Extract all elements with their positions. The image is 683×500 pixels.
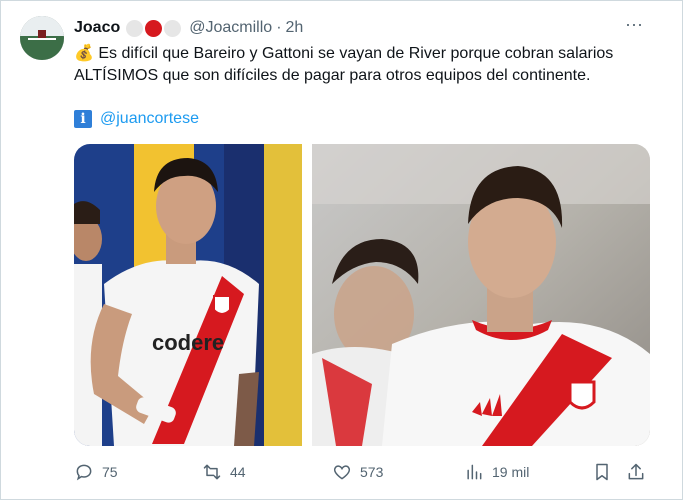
more-options-icon[interactable]: ··· bbox=[624, 15, 644, 37]
retweet-icon bbox=[203, 464, 221, 480]
avatar[interactable] bbox=[20, 16, 64, 60]
player-photo-left: codere bbox=[74, 144, 302, 446]
info-icon: i bbox=[74, 110, 92, 128]
views-count: 19 mil bbox=[492, 464, 530, 480]
retweet-button[interactable]: 44 bbox=[202, 460, 246, 484]
avatar-image bbox=[20, 16, 64, 60]
views-chart-icon bbox=[467, 464, 482, 480]
media-image-left[interactable]: codere bbox=[74, 144, 302, 446]
author-handle[interactable]: @Joacmillo bbox=[189, 19, 272, 37]
separator: · bbox=[276, 19, 282, 36]
badge-icon bbox=[164, 19, 182, 37]
tweet-text: 💰 Es difícil que Bareiro y Gattoni se va… bbox=[74, 43, 664, 87]
reply-count: 75 bbox=[102, 464, 118, 480]
action-bar: 75 44 573 19 mil bbox=[74, 460, 654, 484]
author-name[interactable]: Joaco bbox=[74, 19, 120, 37]
timestamp[interactable]: 2h bbox=[286, 19, 304, 37]
tweet-text-line: 💰 Es difícil que Bareiro y Gattoni se va… bbox=[74, 45, 614, 62]
media-image-right[interactable] bbox=[312, 144, 650, 446]
tweet-header: Joaco @Joacmillo · 2h bbox=[74, 17, 303, 39]
share-button[interactable] bbox=[626, 460, 654, 484]
bookmark-icon bbox=[596, 463, 608, 481]
player-photo-right bbox=[312, 144, 650, 446]
reply-button[interactable]: 75 bbox=[74, 460, 118, 484]
tweet-text-line: ALTÍSIMOS que son difíciles de pagar par… bbox=[74, 67, 591, 84]
mention-link[interactable]: @juancortese bbox=[100, 110, 199, 128]
like-count: 573 bbox=[360, 464, 384, 480]
share-icon bbox=[628, 463, 644, 480]
like-button[interactable]: 573 bbox=[332, 460, 383, 484]
shirt-sponsor: codere bbox=[152, 330, 224, 355]
retweet-count: 44 bbox=[230, 464, 246, 480]
reply-icon bbox=[76, 464, 92, 481]
mention-line: i @juancortese bbox=[74, 108, 199, 130]
bookmark-button[interactable] bbox=[592, 460, 620, 484]
badge-icon bbox=[145, 19, 163, 37]
badge-icon bbox=[126, 19, 144, 37]
views-button[interactable]: 19 mil bbox=[464, 460, 529, 484]
heart-icon bbox=[333, 465, 351, 480]
